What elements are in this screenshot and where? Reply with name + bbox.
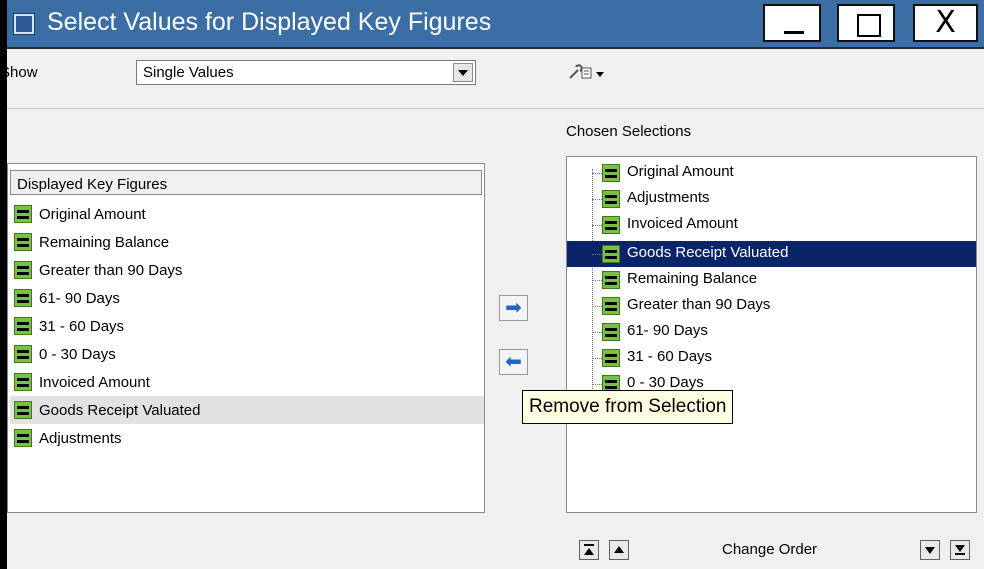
add-to-selection-button[interactable]: ➡ [499, 295, 528, 321]
move-down-button[interactable] [920, 540, 940, 560]
key-figure-icon [602, 323, 620, 341]
tree-item-label: 61- 90 Days [627, 322, 708, 339]
close-button[interactable]: X [913, 4, 978, 42]
move-top-icon [584, 548, 594, 555]
list-item[interactable]: Remaining Balance [10, 228, 484, 256]
window-left-edge [0, 0, 7, 569]
list-item-label: Goods Receipt Valuated [39, 402, 201, 419]
list-item[interactable]: 61- 90 Days [10, 284, 484, 312]
key-figure-icon [14, 289, 32, 307]
tree-item[interactable]: Adjustments [567, 186, 976, 212]
tree-item-label: Goods Receipt Valuated [627, 244, 789, 261]
show-dropdown-value: Single Values [143, 64, 234, 81]
tree-item-label: 31 - 60 Days [627, 348, 713, 365]
chosen-selections-label: Chosen Selections [566, 123, 692, 140]
tree-item[interactable]: Remaining Balance [567, 267, 976, 293]
chevron-down-icon[interactable] [453, 63, 473, 82]
tree-item[interactable]: Invoiced Amount [567, 212, 976, 238]
tools-icon [569, 64, 604, 79]
window-title: Select Values for Displayed Key Figures [47, 8, 492, 36]
tree-item[interactable]: 61- 90 Days [567, 319, 976, 345]
list-item-label: 0 - 30 Days [39, 346, 116, 363]
key-figure-icon [602, 271, 620, 289]
list-item-label: Original Amount [39, 206, 146, 223]
key-figure-icon [14, 205, 32, 223]
minimize-button[interactable] [763, 4, 821, 42]
change-order-label: Change Order [722, 541, 818, 558]
remove-tooltip: Remove from Selection [522, 390, 734, 424]
chosen-selections-tree[interactable]: Original Amount Adjustments Invoiced Amo… [566, 156, 977, 513]
tree-item[interactable]: 31 - 60 Days [567, 345, 976, 371]
displayed-key-figures-list[interactable]: Displayed Key Figures Original Amount Re… [7, 163, 485, 513]
arrow-down-icon [925, 547, 935, 554]
settings-menu-button[interactable] [567, 64, 607, 86]
maximize-button[interactable] [837, 4, 895, 42]
maximize-icon [857, 14, 881, 37]
list-item-selected[interactable]: Goods Receipt Valuated [10, 396, 484, 424]
move-to-top-button[interactable] [579, 540, 599, 560]
list-item-label: Greater than 90 Days [39, 262, 183, 279]
key-figure-icon [602, 190, 620, 208]
arrow-up-icon [614, 546, 624, 553]
key-figure-icon [14, 373, 32, 391]
show-dropdown[interactable]: Single Values [136, 60, 476, 85]
list-item[interactable]: Adjustments [10, 424, 484, 452]
minimize-icon [784, 31, 804, 34]
tree-item-selected[interactable]: Goods Receipt Valuated [567, 241, 976, 267]
toolbar-separator [7, 108, 984, 109]
key-figure-icon [14, 233, 32, 251]
tree-item-label: Remaining Balance [627, 270, 758, 287]
list-item[interactable]: 0 - 30 Days [10, 340, 484, 368]
key-figure-icon [602, 349, 620, 367]
list-item-label: Remaining Balance [39, 234, 170, 251]
list-item[interactable]: Original Amount [10, 200, 484, 228]
dialog-window: Select Values for Displayed Key Figures … [0, 0, 984, 569]
key-figure-icon [602, 297, 620, 315]
move-to-bottom-button[interactable] [950, 540, 970, 560]
list-column-header[interactable]: Displayed Key Figures [10, 170, 482, 195]
move-bottom-icon [955, 545, 965, 552]
key-figure-icon [602, 164, 620, 182]
app-grid-icon [13, 13, 35, 35]
tree-item-label: Greater than 90 Days [627, 296, 771, 313]
list-item-label: Invoiced Amount [39, 374, 150, 391]
list-item[interactable]: Invoiced Amount [10, 368, 484, 396]
key-figure-icon [14, 345, 32, 363]
remove-from-selection-button[interactable]: ⬅ [499, 349, 528, 375]
arrow-left-icon: ⬅ [505, 349, 522, 373]
title-bar[interactable]: Select Values for Displayed Key Figures … [7, 0, 984, 49]
tree-item-label: 0 - 30 Days [627, 374, 704, 391]
key-figure-icon [602, 216, 620, 234]
key-figure-icon [14, 429, 32, 447]
list-item-label: 61- 90 Days [39, 290, 120, 307]
close-icon: X [935, 5, 956, 40]
key-figure-icon [602, 245, 620, 263]
list-item-label: 31 - 60 Days [39, 318, 125, 335]
move-up-button[interactable] [609, 540, 629, 560]
key-figure-icon [14, 401, 32, 419]
tree-item[interactable]: Greater than 90 Days [567, 293, 976, 319]
arrow-right-icon: ➡ [505, 295, 522, 319]
tree-item-label: Adjustments [627, 189, 710, 206]
list-item[interactable]: 31 - 60 Days [10, 312, 484, 340]
tree-item-label: Invoiced Amount [627, 215, 738, 232]
key-figure-icon [14, 261, 32, 279]
list-item-label: Adjustments [39, 430, 122, 447]
key-figure-icon [14, 317, 32, 335]
tree-item-label: Original Amount [627, 163, 734, 180]
list-item[interactable]: Greater than 90 Days [10, 256, 484, 284]
tree-item[interactable]: Original Amount [567, 160, 976, 186]
